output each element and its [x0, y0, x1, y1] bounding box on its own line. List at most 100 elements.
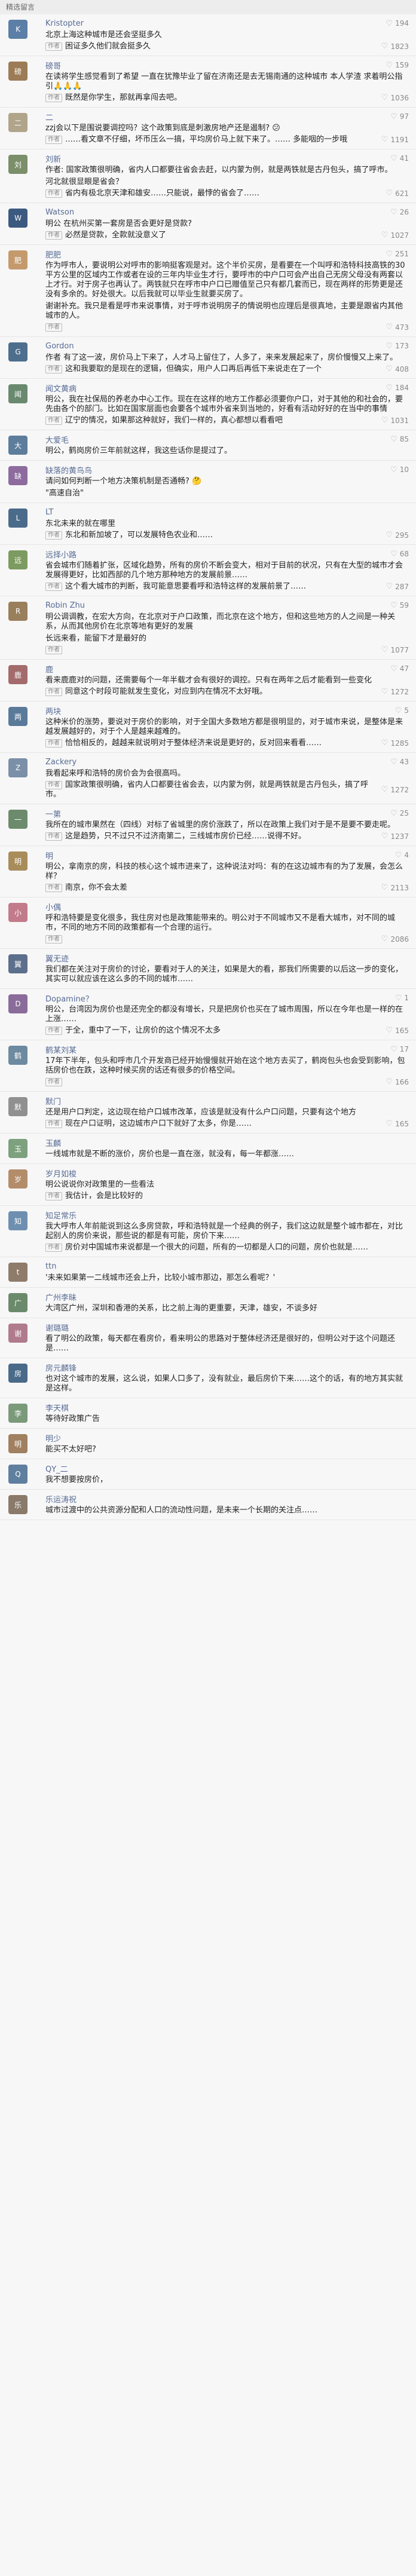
heart-icon[interactable]: ♡: [390, 664, 397, 673]
like-button[interactable]: ♡ 59: [390, 601, 409, 610]
reply-like-button[interactable]: ♡ 166: [386, 1077, 409, 1087]
avatar[interactable]: 明: [8, 851, 27, 871]
avatar[interactable]: G: [8, 342, 27, 362]
like-button[interactable]: ♡ 5: [395, 706, 409, 715]
reply-like-button[interactable]: ♡ 1285: [381, 739, 409, 748]
like-button[interactable]: ♡ 85: [390, 435, 409, 444]
like-button[interactable]: ♡ 173: [386, 342, 409, 351]
heart-icon[interactable]: ♡: [386, 250, 393, 259]
heart-icon[interactable]: ♡: [386, 342, 393, 351]
commenter-name[interactable]: 小偶: [45, 901, 409, 912]
like-button[interactable]: ♡ 25: [390, 809, 409, 818]
like-button[interactable]: ♡ 4: [395, 851, 409, 860]
heart-icon[interactable]: ♡: [381, 832, 389, 841]
commenter-name[interactable]: 乐运涛祝: [45, 1493, 409, 1505]
avatar[interactable]: Q: [8, 1465, 27, 1484]
avatar[interactable]: 磅: [8, 62, 27, 81]
reply-like-button[interactable]: ♡ 1823: [381, 42, 409, 51]
avatar[interactable]: 闻: [8, 384, 27, 403]
commenter-name[interactable]: 磅哥: [45, 60, 386, 71]
commenter-name[interactable]: 两块: [45, 705, 395, 716]
commenter-name[interactable]: 默门: [45, 1095, 409, 1107]
avatar[interactable]: 小: [8, 903, 27, 922]
commenter-name[interactable]: 鹤某刘某: [45, 1044, 390, 1055]
like-button[interactable]: ♡ 184: [386, 384, 409, 393]
heart-icon[interactable]: ♡: [395, 994, 402, 1003]
heart-icon[interactable]: ♡: [386, 1119, 393, 1129]
commenter-name[interactable]: 大爱毛: [45, 434, 390, 445]
avatar[interactable]: L: [8, 509, 27, 528]
reply-like-button[interactable]: ♡ 287: [386, 582, 409, 592]
heart-icon[interactable]: ♡: [390, 758, 397, 767]
heart-icon[interactable]: ♡: [386, 323, 393, 332]
heart-icon[interactable]: ♡: [381, 231, 389, 240]
avatar[interactable]: 谢: [8, 1324, 27, 1343]
commenter-name[interactable]: 知足常乐: [45, 1209, 409, 1221]
avatar[interactable]: 默: [8, 1097, 27, 1116]
heart-icon[interactable]: ♡: [390, 208, 397, 217]
reply-like-button[interactable]: ♡ 2086: [381, 935, 409, 944]
heart-icon[interactable]: ♡: [386, 189, 393, 198]
reply-like-button[interactable]: ♡ 408: [386, 365, 409, 374]
commenter-name[interactable]: 翼无迹: [45, 952, 409, 964]
reply-like-button[interactable]: ♡ 1031: [381, 416, 409, 425]
avatar[interactable]: t: [8, 1263, 27, 1282]
avatar[interactable]: 岁: [8, 1169, 27, 1189]
commenter-name[interactable]: LT: [45, 508, 409, 517]
commenter-name[interactable]: QY_二: [45, 1463, 409, 1474]
commenter-name[interactable]: 刘新: [45, 153, 390, 164]
heart-icon[interactable]: ♡: [386, 1026, 393, 1036]
commenter-name[interactable]: 明: [45, 850, 395, 861]
reply-like-button[interactable]: ♡ 1191: [381, 135, 409, 145]
heart-icon[interactable]: ♡: [381, 416, 389, 425]
commenter-name[interactable]: Dopamine？: [45, 993, 395, 1004]
like-button[interactable]: ♡ 47: [390, 664, 409, 673]
heart-icon[interactable]: ♡: [395, 851, 402, 860]
avatar[interactable]: Z: [8, 758, 27, 777]
avatar[interactable]: 乐: [8, 1495, 27, 1514]
commenter-name[interactable]: Zackery: [45, 758, 390, 767]
like-button[interactable]: ♡ 17: [390, 1045, 409, 1054]
heart-icon[interactable]: ♡: [390, 550, 397, 559]
heart-icon[interactable]: ♡: [390, 1045, 397, 1054]
commenter-name[interactable]: 闻文黄病: [45, 382, 386, 394]
avatar[interactable]: 大: [8, 436, 27, 455]
heart-icon[interactable]: ♡: [381, 645, 389, 655]
commenter-name[interactable]: 远择小路: [45, 549, 390, 560]
avatar[interactable]: 刘: [8, 155, 27, 174]
heart-icon[interactable]: ♡: [381, 785, 389, 795]
reply-like-button[interactable]: ♡ 1272: [381, 687, 409, 697]
commenter-name[interactable]: 广州李昧: [45, 1291, 409, 1303]
heart-icon[interactable]: ♡: [381, 883, 389, 893]
commenter-name[interactable]: Kristopter: [45, 19, 386, 28]
avatar[interactable]: 知: [8, 1211, 27, 1230]
reply-like-button[interactable]: ♡ 165: [386, 1119, 409, 1129]
heart-icon[interactable]: ♡: [381, 135, 389, 145]
avatar[interactable]: 翼: [8, 954, 27, 973]
like-button[interactable]: ♡ 194: [386, 19, 409, 28]
heart-icon[interactable]: ♡: [386, 365, 393, 374]
avatar[interactable]: 鹿: [8, 665, 27, 684]
reply-like-button[interactable]: ♡ 1272: [381, 780, 409, 800]
commenter-name[interactable]: 鹿: [45, 663, 390, 675]
reply-like-button[interactable]: ♡ 1237: [381, 832, 409, 841]
avatar[interactable]: 二: [8, 113, 27, 132]
reply-like-button[interactable]: ♡ 1027: [381, 231, 409, 240]
avatar[interactable]: 一: [8, 810, 27, 829]
avatar[interactable]: W: [8, 209, 27, 228]
heart-icon[interactable]: ♡: [381, 42, 389, 51]
reply-like-button[interactable]: ♡ 1036: [381, 93, 409, 103]
commenter-name[interactable]: 李天棋: [45, 1402, 409, 1413]
heart-icon[interactable]: ♡: [390, 601, 397, 610]
heart-icon[interactable]: ♡: [390, 465, 397, 474]
avatar[interactable]: R: [8, 602, 27, 621]
heart-icon[interactable]: ♡: [390, 809, 397, 818]
commenter-name[interactable]: 房元麟锋: [45, 1362, 409, 1373]
commenter-name[interactable]: 岁月如梭: [45, 1168, 409, 1179]
heart-icon[interactable]: ♡: [386, 61, 393, 70]
like-button[interactable]: ♡ 251: [386, 250, 409, 259]
commenter-name[interactable]: ttn: [45, 1262, 409, 1271]
avatar[interactable]: 广: [8, 1293, 27, 1312]
commenter-name[interactable]: 明少: [45, 1432, 409, 1444]
avatar[interactable]: 两: [8, 707, 27, 726]
